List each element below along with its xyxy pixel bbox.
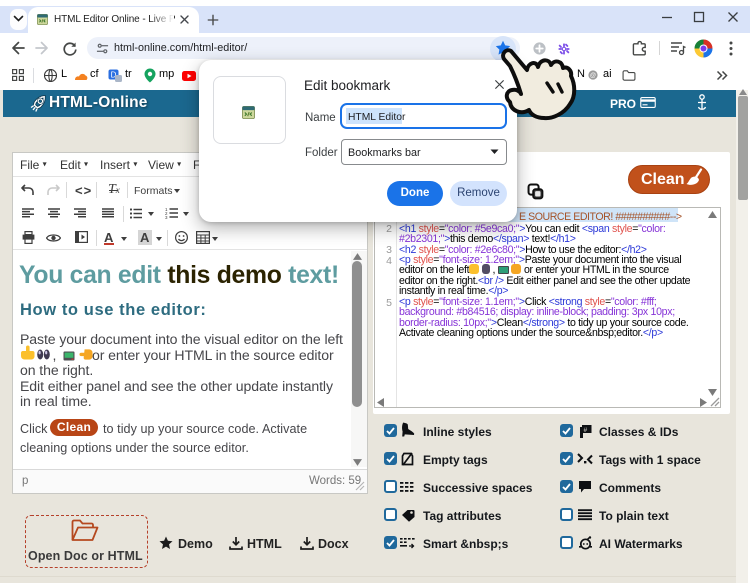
- svg-text:3: 3: [165, 215, 168, 219]
- svg-text:@: @: [590, 72, 596, 79]
- svg-text:#: #: [584, 427, 588, 434]
